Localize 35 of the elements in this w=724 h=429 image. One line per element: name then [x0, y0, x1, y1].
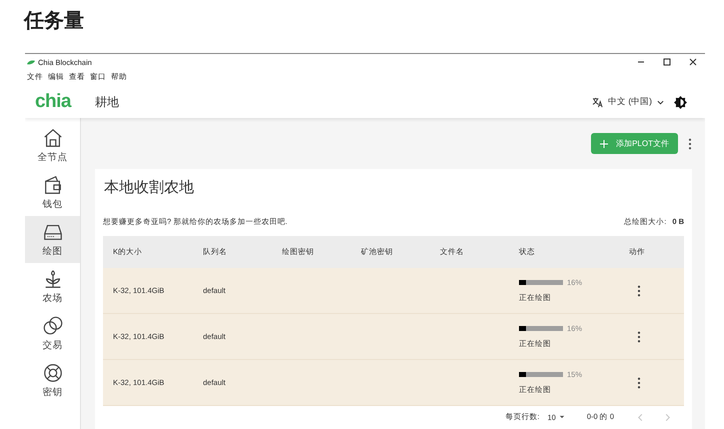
- more-icon[interactable]: [637, 330, 641, 342]
- sidebar-label: 绘图: [42, 245, 62, 258]
- caret-icon[interactable]: [558, 414, 565, 420]
- more-icon[interactable]: [688, 138, 692, 150]
- maximize-icon[interactable]: [663, 58, 671, 66]
- sidebar-label: 全节点: [38, 151, 68, 164]
- chevron-down-icon[interactable]: [657, 98, 664, 106]
- progress-bar: [519, 326, 563, 331]
- sidebar-item[interactable]: 钱包: [25, 169, 80, 216]
- card-title: 本地收割农地: [104, 179, 195, 198]
- logo: chia: [34, 91, 72, 113]
- sidebar-item[interactable]: 农场: [25, 263, 80, 310]
- sidebar-label: 钱包: [42, 198, 62, 211]
- plus-icon: [600, 140, 608, 148]
- two-circles-icon: [42, 315, 64, 337]
- sidebar-label: 密钥: [42, 386, 62, 399]
- house-icon: [42, 127, 64, 149]
- translate-icon[interactable]: [592, 96, 603, 108]
- sidebar-label: 农场: [42, 292, 62, 305]
- more-icon[interactable]: [637, 376, 641, 388]
- sidebar-item[interactable]: 密钥: [25, 357, 80, 404]
- sidebar-item[interactable]: 全节点: [25, 122, 80, 169]
- page-title: 任务量: [24, 9, 84, 34]
- language-selector[interactable]: 中文 (中国): [608, 96, 652, 108]
- sidebar-item[interactable]: 交易: [25, 310, 80, 357]
- theme-icon[interactable]: [674, 96, 687, 108]
- more-icon[interactable]: [637, 284, 641, 296]
- lifebuoy-icon: [42, 362, 64, 384]
- progress-bar: [519, 280, 563, 285]
- progress-bar: [519, 372, 563, 377]
- sidebar-item[interactable]: 绘图: [25, 216, 80, 263]
- leaf-icon: [27, 60, 35, 64]
- close-icon[interactable]: [689, 58, 697, 66]
- sidebar-label: 交易: [42, 339, 62, 352]
- page-heading: 耕地: [95, 94, 119, 110]
